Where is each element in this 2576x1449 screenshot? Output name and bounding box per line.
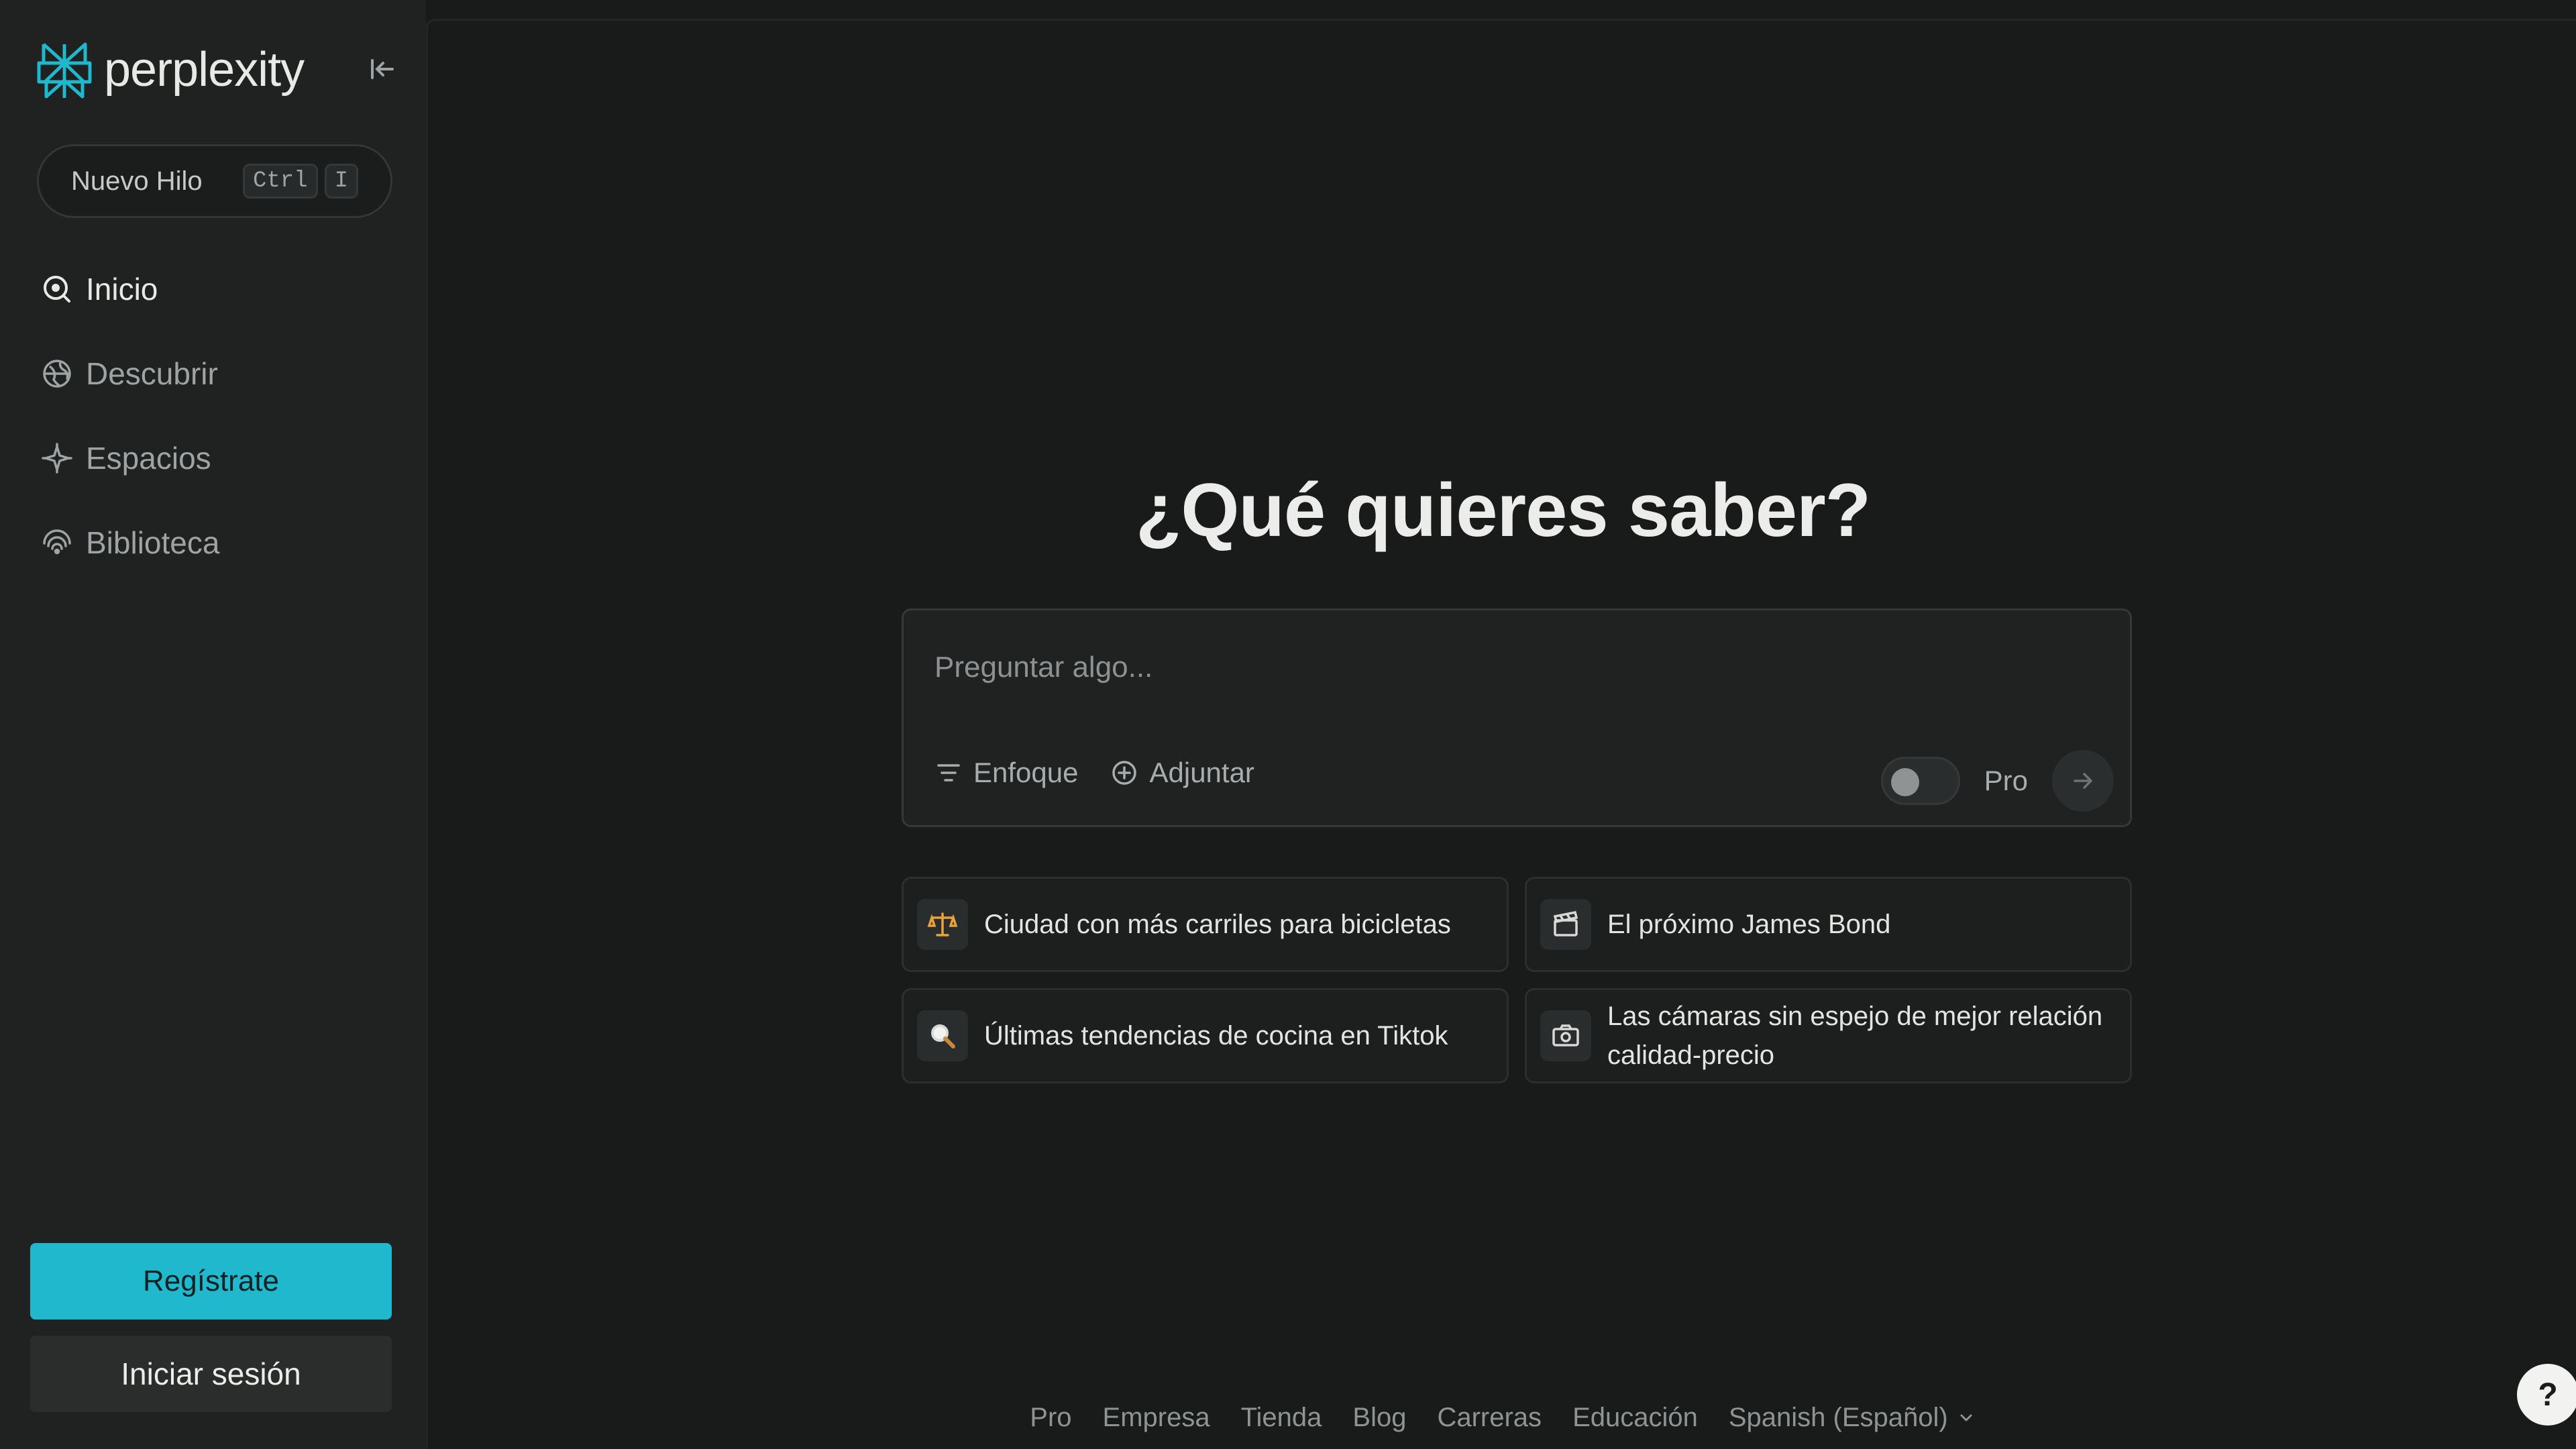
suggestion-card[interactable]: El próximo James Bond	[1525, 877, 2132, 972]
scale-icon	[917, 899, 968, 950]
toggle-knob	[1890, 768, 1919, 796]
language-selector[interactable]: Spanish (Español)	[1729, 1403, 1976, 1433]
collapse-sidebar-button[interactable]	[366, 52, 399, 86]
perplexity-logo-icon	[37, 42, 92, 99]
search-input[interactable]	[934, 644, 2075, 691]
help-button[interactable]: ?	[2517, 1364, 2576, 1426]
chevron-down-icon	[1960, 1414, 1972, 1421]
library-icon	[43, 529, 71, 555]
language-label: Spanish (Español)	[1728, 1403, 1948, 1432]
login-button[interactable]: Iniciar sesión	[30, 1336, 392, 1412]
sidebar-item-descubrir[interactable]: Descubrir	[40, 350, 402, 398]
filter-icon	[937, 764, 960, 782]
new-thread-label: Nuevo Hilo	[71, 166, 203, 196]
signup-button[interactable]: Regístrate	[30, 1243, 392, 1320]
suggestion-card[interactable]: Las cámaras sin espejo de mejor relación…	[1525, 988, 2132, 1083]
focus-label: Enfoque	[973, 757, 1079, 788]
brand-logo[interactable]: perplexity	[37, 39, 305, 101]
pro-area: Pro	[1880, 750, 2114, 812]
pro-label: Pro	[1984, 765, 2028, 796]
sidebar-nav: Inicio Descubrir Espacios Biblioteca	[40, 265, 402, 603]
arrow-right-icon	[2074, 773, 2092, 789]
globe-icon	[43, 360, 71, 388]
sidebar-item-inicio[interactable]: Inicio	[40, 265, 402, 313]
footer-link-educacion[interactable]: Educación	[1572, 1403, 1698, 1433]
plus-circle-icon	[1112, 761, 1137, 785]
ask-box: Enfoque Adjuntar Pro	[902, 608, 2132, 827]
clapperboard-icon	[1540, 899, 1591, 950]
shortcut-key-i: I	[324, 164, 358, 199]
submit-button[interactable]	[2052, 750, 2114, 812]
footer-link-empresa[interactable]: Empresa	[1103, 1403, 1210, 1433]
ask-tools: Enfoque Adjuntar	[934, 757, 1254, 789]
footer-link-carreras[interactable]: Carreras	[1437, 1403, 1542, 1433]
sidebar-item-label: Descubrir	[86, 356, 218, 391]
magnifier-icon	[917, 1010, 968, 1061]
shortcut-key-ctrl: Ctrl	[242, 164, 318, 199]
sidebar-item-label: Biblioteca	[86, 525, 220, 560]
sidebar-item-espacios[interactable]: Espacios	[40, 434, 402, 482]
suggestion-card[interactable]: Ciudad con más carriles para bicicletas	[902, 877, 1509, 972]
footer-links: Pro Empresa Tienda Blog Carreras Educaci…	[428, 1403, 2576, 1433]
brand-name: perplexity	[104, 43, 305, 97]
camera-icon	[1540, 1010, 1591, 1061]
collapse-icon	[371, 59, 394, 79]
pro-toggle[interactable]	[1880, 757, 1960, 805]
suggestion-text: Ciudad con más carriles para bicicletas	[984, 910, 1451, 939]
app-window: perplexity Nuevo Hilo Ctrl I Inicio Desc…	[0, 0, 2576, 1449]
suggestion-card[interactable]: Últimas tendencias de cocina en Tiktok	[902, 988, 1509, 1083]
attach-button[interactable]: Adjuntar	[1110, 757, 1254, 789]
footer-link-blog[interactable]: Blog	[1352, 1403, 1406, 1433]
suggestion-text: Últimas tendencias de cocina en Tiktok	[984, 1021, 1448, 1051]
main-content: ¿Qué quieres saber? Enfoque Adjuntar	[426, 19, 2576, 1449]
sidebar-item-label: Espacios	[86, 441, 211, 476]
suggestion-text: El próximo James Bond	[1607, 910, 1891, 939]
sidebar-item-label: Inicio	[86, 272, 158, 307]
sidebar: perplexity Nuevo Hilo Ctrl I Inicio Desc…	[0, 0, 426, 1449]
suggestions-grid: Ciudad con más carriles para bicicletas …	[902, 877, 2132, 1083]
page-title: ¿Qué quieres saber?	[1135, 468, 1871, 552]
focus-button[interactable]: Enfoque	[934, 757, 1078, 789]
suggestion-text: Las cámaras sin espejo de mejor relación…	[1607, 1002, 2103, 1070]
home-icon	[44, 276, 70, 303]
new-thread-button[interactable]: Nuevo Hilo Ctrl I	[37, 144, 392, 218]
footer-link-pro[interactable]: Pro	[1030, 1403, 1071, 1433]
sidebar-item-biblioteca[interactable]: Biblioteca	[40, 519, 402, 567]
spaces-icon	[42, 443, 72, 474]
footer-link-tienda[interactable]: Tienda	[1241, 1403, 1322, 1433]
attach-label: Adjuntar	[1149, 757, 1254, 788]
